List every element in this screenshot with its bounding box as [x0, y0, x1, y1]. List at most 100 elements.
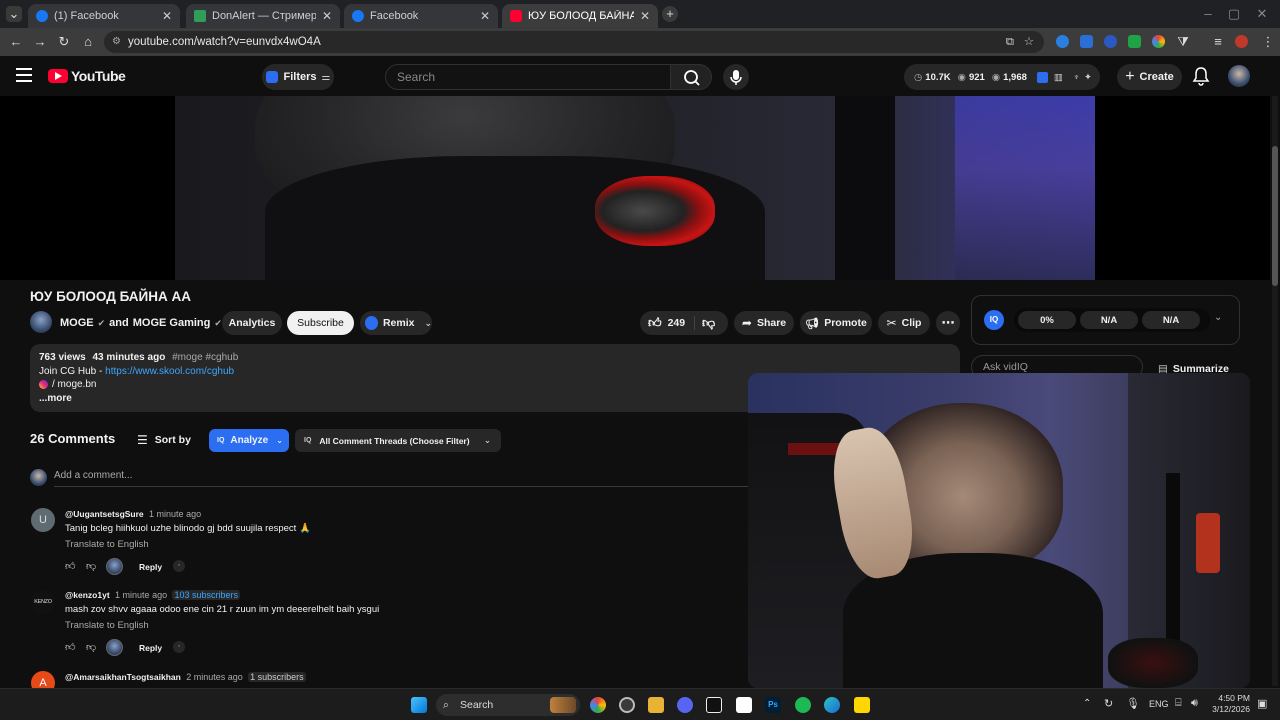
description-link[interactable]: https://www.skool.com/cghub [105, 366, 234, 377]
comment-time[interactable]: 1 minute ago [115, 590, 167, 600]
profile-avatar-icon[interactable] [1235, 35, 1248, 48]
comment-time[interactable]: 1 minute ago [149, 509, 201, 519]
photoshop-icon[interactable]: Ps [765, 697, 781, 713]
bulb-icon[interactable]: ✦ [1084, 72, 1092, 83]
comment-dislike-icon[interactable]: 👎︎ [86, 560, 96, 572]
tab-search-chevron-icon[interactable]: ⌄ [6, 6, 22, 22]
chart-icon[interactable]: ▥ [1054, 72, 1063, 83]
youtube-logo[interactable]: YouTube [48, 68, 126, 84]
browser-tab-1[interactable]: (1) Facebook ✕ [28, 4, 180, 28]
install-app-icon[interactable]: ⧉ [1006, 31, 1014, 53]
more-actions-icon[interactable]: ⋯ [936, 311, 960, 335]
vidiq-filters-button[interactable]: Filters ⚌ [262, 64, 334, 90]
comment-dislike-icon[interactable]: 👎︎ [86, 641, 96, 653]
capcut-icon[interactable] [706, 697, 722, 713]
site-info-icon[interactable]: ⚙ [112, 31, 121, 53]
reading-list-icon[interactable]: ≡ [1210, 34, 1226, 50]
comment-author[interactable]: @kenzo1yt [65, 590, 110, 600]
dislike-icon[interactable]: 👎︎ [702, 315, 715, 331]
home-icon[interactable]: ⌂ [80, 34, 96, 50]
channel-name[interactable]: MOGE [60, 317, 94, 329]
microphone-tray-icon[interactable]: 🎙︎ [1126, 697, 1140, 710]
reply-button[interactable]: Reply [139, 643, 162, 653]
file-explorer-icon[interactable] [648, 697, 664, 713]
notification-center-icon[interactable]: ▣ [1257, 697, 1267, 710]
browser-menu-icon[interactable]: ⋮ [1260, 34, 1276, 50]
discord-icon[interactable] [677, 697, 693, 713]
extension-icon[interactable] [1104, 35, 1117, 48]
taskbar-search[interactable]: ⌕ Search [436, 694, 580, 716]
share-button[interactable]: ➦ Share [734, 311, 794, 335]
sticky-notes-icon[interactable] [854, 697, 870, 713]
close-icon[interactable]: ✕ [480, 9, 490, 23]
notifications-bell-icon[interactable] [1192, 66, 1210, 86]
video-player[interactable] [0, 96, 1270, 280]
close-icon[interactable]: ✕ [322, 9, 332, 23]
close-icon[interactable]: ✕ [640, 9, 650, 23]
comment-author[interactable]: @AmarsaikhanTsogtsaikhan [65, 672, 181, 682]
notion-icon[interactable] [736, 697, 752, 713]
vidiq-reply-icon[interactable]: ◦ [173, 641, 185, 653]
app-icon[interactable] [824, 697, 840, 713]
network-icon[interactable]: ⌸ [1175, 697, 1182, 710]
bookmark-star-icon[interactable]: ☆ [1024, 31, 1034, 53]
language-indicator[interactable]: ENG [1149, 699, 1169, 709]
like-icon[interactable]: 👍︎ [648, 315, 662, 331]
search-input[interactable]: Search [385, 64, 671, 90]
comment-author[interactable]: @UugantsetsgSure [65, 509, 144, 519]
volume-icon[interactable]: 🔊︎ [1191, 697, 1198, 710]
extension-icon[interactable] [1152, 35, 1165, 48]
trophy-icon[interactable]: ♆ [1073, 72, 1080, 83]
clock[interactable]: 4:50 PM 3/12/2026 [1212, 693, 1250, 715]
download-extension-icon[interactable] [1128, 35, 1141, 48]
promote-button[interactable]: 📢︎ Promote [800, 311, 872, 335]
vidiq-reply-icon[interactable]: ◦ [173, 560, 185, 572]
minimize-icon[interactable]: – [1200, 6, 1216, 22]
hamburger-menu-icon[interactable] [16, 68, 32, 82]
forward-icon[interactable]: → [32, 34, 48, 50]
page-scrollbar[interactable] [1272, 96, 1278, 686]
chrome-icon[interactable] [590, 697, 606, 713]
commenter-avatar[interactable]: U [31, 508, 55, 532]
clip-button[interactable]: ✂ Clip [878, 311, 930, 335]
browser-tab-2[interactable]: DonAlert — Стримерүүдэд зор ✕ [186, 4, 340, 28]
vidiq-icon[interactable] [1036, 71, 1048, 83]
instagram-handle[interactable]: / moge.bn [52, 378, 96, 392]
maximize-icon[interactable]: ▢ [1226, 6, 1242, 22]
add-comment-input[interactable]: Add a comment... [54, 470, 132, 481]
voice-search-button[interactable] [723, 64, 749, 90]
translate-link[interactable]: Translate to English [65, 620, 149, 631]
channel-avatar[interactable] [30, 311, 52, 333]
create-button[interactable]: + Create [1117, 64, 1182, 90]
vidiq-icon[interactable]: IQ [984, 310, 1004, 330]
extension-icon[interactable] [1056, 35, 1069, 48]
collab-channel-name[interactable]: MOGE Gaming [133, 317, 211, 329]
new-tab-icon[interactable]: + [662, 6, 678, 22]
spotify-icon[interactable] [795, 697, 811, 713]
back-icon[interactable]: ← [8, 34, 24, 50]
sync-icon[interactable]: ↻ [1104, 697, 1113, 710]
chevron-down-icon[interactable]: ⌄ [1214, 312, 1222, 323]
scrollbar-thumb[interactable] [1272, 146, 1278, 286]
browser-tab-3[interactable]: Facebook ✕ [344, 4, 498, 28]
analyze-button[interactable]: IQ Analyze ⌄ [209, 429, 289, 452]
comment-like-icon[interactable]: 👍︎ [65, 641, 75, 653]
tray-overflow-icon[interactable]: ⌃ [1083, 698, 1091, 709]
account-avatar[interactable] [1228, 65, 1250, 87]
remix-button[interactable]: Remix ⌄ [360, 311, 432, 335]
window-close-icon[interactable]: ✕ [1254, 6, 1270, 22]
extension-icon[interactable] [1080, 35, 1093, 48]
like-count[interactable]: 249 [668, 317, 686, 329]
address-bar[interactable]: ⚙ youtube.com/watch?v=eunvdx4wO4A ⧉ ☆ [104, 31, 1044, 53]
hashtags[interactable]: #moge #cghub [172, 352, 238, 363]
close-icon[interactable]: ✕ [162, 9, 172, 23]
obs-icon[interactable] [619, 697, 635, 713]
analytics-button[interactable]: Analytics [222, 311, 282, 335]
subscribe-button[interactable]: Subscribe [287, 311, 354, 335]
floating-video-preview[interactable] [748, 373, 1250, 688]
sort-by-button[interactable]: ☰ Sort by [137, 433, 191, 447]
comment-like-icon[interactable]: 👍︎ [65, 560, 75, 572]
comment-filter-select[interactable]: IQ All Comment Threads (Choose Filter) ⌄ [295, 429, 501, 452]
browser-tab-4-active[interactable]: ЮУ БОЛООД БАЙНА АА - You ✕ [502, 4, 658, 28]
search-button[interactable] [670, 64, 712, 90]
